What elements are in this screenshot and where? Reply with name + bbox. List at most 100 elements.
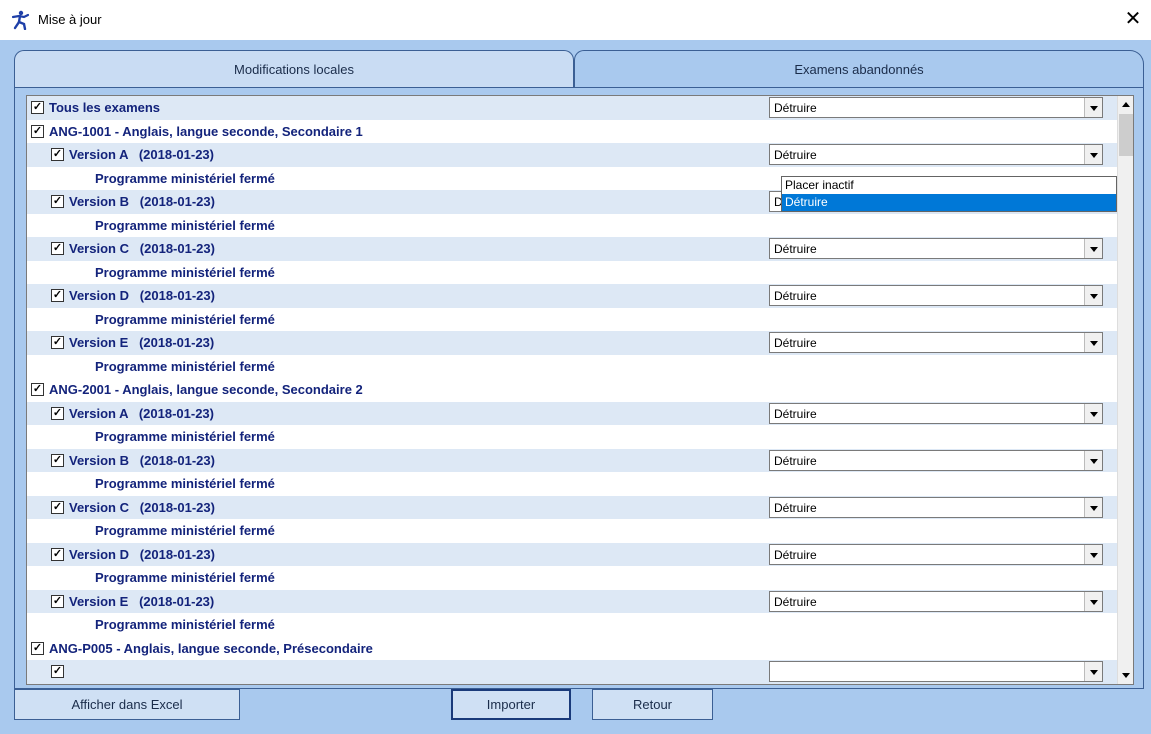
action-combobox[interactable]: Détruire [769,238,1103,259]
note-row: Programme ministériel fermé [27,566,1117,590]
action-value: Détruire [774,453,817,468]
tab-examens-abandonnes[interactable]: Examens abandonnés [574,50,1144,88]
chevron-down-icon[interactable] [1084,544,1102,564]
note-row: Programme ministériel fermé [27,214,1117,238]
action-combobox[interactable]: Détruire [769,543,1103,565]
row-label: Version B (2018-01-23) [69,452,215,468]
action-value: Détruire [774,242,817,256]
tab-modifications-locales[interactable]: Modifications locales [14,50,574,88]
row-label: Version A (2018-01-23) [69,147,214,162]
status-note: Programme ministériel fermé [95,170,275,186]
action-combobox[interactable]: Détruire [769,144,1103,165]
chevron-down-icon[interactable] [1084,98,1102,117]
row-label: Version E (2018-01-23) [69,335,215,350]
version-row: ✓ Version D (2018-01-23) Détruire [27,542,1117,566]
action-value: Détruire [774,500,817,515]
row-label: ANG-1001 - Anglais, langue seconde, Seco… [49,123,363,139]
row-label: ANG-2001 - Anglais, langue seconde, Seco… [49,382,363,397]
chevron-down-icon[interactable] [1084,450,1102,470]
version-row: ✓ [27,660,1117,684]
row-checkbox[interactable]: ✓ [31,383,44,396]
chevron-down-icon[interactable] [1084,239,1102,258]
scroll-thumb[interactable] [1119,114,1133,156]
row-label: Version A (2018-01-23) [69,405,214,421]
note-row: Programme ministériel fermé [27,613,1117,637]
chevron-down-icon[interactable] [1084,145,1102,164]
action-value: Détruire [774,101,817,115]
note-row: Programme ministériel fermé [27,425,1117,449]
status-note: Programme ministériel fermé [95,429,275,444]
show-in-excel-button[interactable]: Afficher dans Excel [14,689,240,720]
action-combobox[interactable]: Détruire [769,590,1103,612]
exam-group-row: ✓ ANG-2001 - Anglais, langue seconde, Sec… [27,378,1117,402]
chevron-down-icon[interactable] [1084,333,1102,352]
action-combobox[interactable]: Détruire [769,449,1103,471]
chevron-down-icon[interactable] [1084,403,1102,423]
action-value: Détruire [774,289,817,303]
action-combobox[interactable]: Détruire [769,97,1103,118]
note-row: Programme ministériel fermé [27,472,1117,496]
vertical-scrollbar[interactable] [1117,96,1133,684]
row-checkbox[interactable]: ✓ [51,148,64,161]
action-value: Détruire [774,547,817,562]
version-row: ✓ Version A (2018-01-23) Détruire [27,143,1117,167]
action-value: Détruire [774,594,817,609]
row-label: ANG-P005 - Anglais, langue seconde, Prés… [49,640,373,656]
version-row: ✓ Version B (2018-01-23) Détruire [27,448,1117,472]
row-checkbox[interactable]: ✓ [51,500,64,514]
window-title: Mise à jour [38,12,102,27]
row-checkbox[interactable]: ✓ [31,124,44,138]
chevron-down-icon[interactable] [1084,591,1102,611]
scroll-down-icon[interactable] [1118,667,1133,684]
back-button[interactable]: Retour [592,689,713,720]
version-row: ✓ Version D (2018-01-23) Détruire [27,284,1117,308]
chevron-down-icon[interactable] [1084,497,1102,517]
close-icon[interactable]: ✕ [1122,8,1144,32]
version-row: ✓ Version E (2018-01-23) Détruire [27,589,1117,613]
action-combobox[interactable]: Détruire [769,285,1103,306]
chevron-down-icon[interactable] [1084,286,1102,305]
exam-list: ✓ Tous les examens Détruire ✓ ANG-1001 - Ang… [26,95,1134,685]
row-checkbox[interactable]: ✓ [51,453,64,467]
row-checkbox[interactable]: ✓ [51,406,64,420]
action-dropdown-list[interactable]: Placer inactif Détruire [781,176,1117,212]
note-row: Programme ministériel fermé [27,355,1117,379]
row-checkbox[interactable]: ✓ [51,665,64,678]
row-label: Version C (2018-01-23) [69,499,215,515]
dialog-client-area: Modifications locales Examens abandonnés… [0,40,1151,734]
tab-strip: Modifications locales Examens abandonnés [14,50,1144,88]
row-label: Tous les examens [49,100,161,115]
import-button[interactable]: Importer [451,689,571,720]
note-row: Programme ministériel fermé [27,308,1117,332]
dropdown-option-detruire[interactable]: Détruire [782,194,1116,211]
status-note: Programme ministériel fermé [95,476,275,491]
status-note: Programme ministériel fermé [95,570,275,585]
row-checkbox[interactable]: ✓ [51,336,64,349]
version-row: ✓ Version A (2018-01-23) Détruire [27,401,1117,425]
action-combobox[interactable]: Détruire [769,496,1103,518]
row-label: Version E (2018-01-23) [69,593,215,609]
version-row: ✓ Version C (2018-01-23) Détruire [27,495,1117,519]
row-checkbox[interactable]: ✓ [31,641,44,655]
status-note: Programme ministériel fermé [95,523,275,538]
row-label: Version D (2018-01-23) [69,546,215,562]
action-combobox[interactable] [769,661,1103,682]
chevron-down-icon[interactable] [1084,662,1102,681]
row-checkbox[interactable]: ✓ [51,547,64,561]
action-value: Détruire [774,406,817,421]
exam-group-row: ✓ ANG-P005 - Anglais, langue seconde, Pré… [27,637,1117,661]
row-checkbox[interactable]: ✓ [51,195,64,208]
row-checkbox[interactable]: ✓ [51,242,64,255]
row-label: Version D (2018-01-23) [69,288,215,303]
action-combobox[interactable]: Détruire [769,402,1103,424]
version-row: ✓ Version C (2018-01-23) Détruire [27,237,1117,261]
action-combobox[interactable]: Détruire [769,332,1103,353]
note-row: Programme ministériel fermé [27,519,1117,543]
row-checkbox[interactable]: ✓ [51,594,64,608]
row-checkbox[interactable]: ✓ [51,289,64,302]
status-note: Programme ministériel fermé [95,617,275,632]
dropdown-option-placer-inactif[interactable]: Placer inactif [782,177,1116,194]
scroll-up-icon[interactable] [1118,96,1133,113]
row-label: Version B (2018-01-23) [69,194,215,209]
row-checkbox[interactable]: ✓ [31,101,44,114]
